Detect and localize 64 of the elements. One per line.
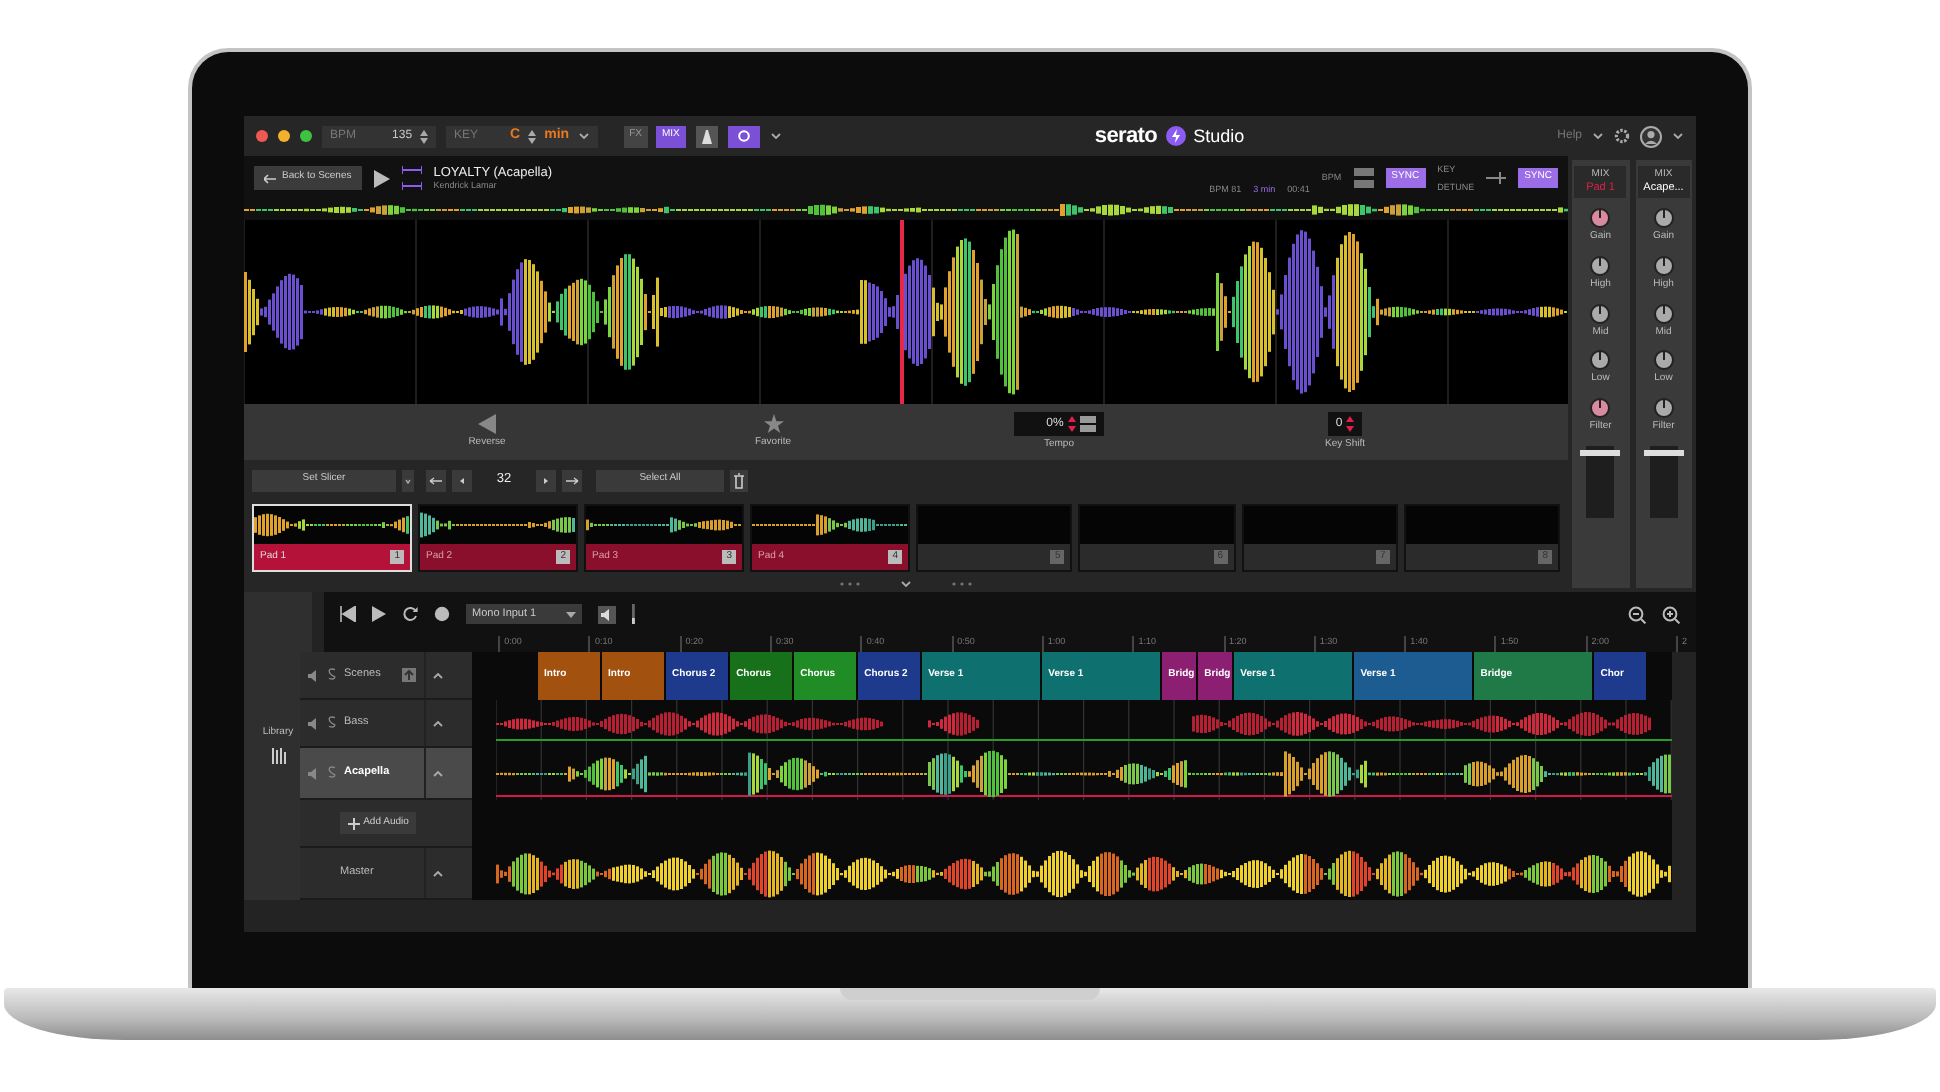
plugin-button[interactable] (727, 125, 760, 147)
plugin-icon (737, 130, 750, 142)
logo-text: serato (1094, 123, 1158, 149)
library-icon (271, 747, 285, 764)
step-back-icon[interactable] (452, 469, 472, 491)
fader-handle[interactable] (1580, 449, 1621, 456)
skip-back-icon[interactable] (340, 606, 356, 622)
trash-icon[interactable] (730, 469, 748, 491)
star-icon[interactable] (763, 414, 783, 435)
knob-icon[interactable] (1590, 208, 1611, 229)
chevron-up-icon[interactable] (431, 719, 443, 727)
zoom-out-icon[interactable] (1628, 605, 1646, 623)
caret-icon (1592, 132, 1604, 140)
solo-icon (328, 715, 336, 728)
stepper-icon (528, 129, 537, 143)
caret-icon[interactable] (402, 469, 414, 491)
loop-icon[interactable] (402, 606, 418, 622)
solo-icon (328, 667, 336, 680)
step-forward-icon[interactable] (536, 469, 556, 491)
solo-icon (328, 765, 336, 778)
maximize-button[interactable] (300, 130, 312, 142)
speaker-icon[interactable] (598, 605, 616, 623)
bolt-icon (1165, 125, 1186, 146)
caret-icon (577, 132, 590, 140)
play-icon[interactable] (373, 169, 390, 187)
stepper-icon (420, 129, 429, 143)
minimize-button[interactable] (278, 130, 290, 142)
chevron-up-icon[interactable] (431, 769, 443, 777)
tempo-range-icon[interactable] (1353, 168, 1374, 188)
add-audio-icon (347, 817, 360, 829)
play-icon[interactable] (372, 606, 386, 622)
jump-forward-icon[interactable] (562, 469, 582, 491)
zoom-in-icon[interactable] (1662, 605, 1680, 623)
knob-icon[interactable] (1653, 350, 1674, 371)
knob-icon[interactable] (1653, 255, 1674, 276)
chevron-up-icon[interactable] (431, 671, 443, 679)
triangle-left-icon[interactable] (478, 414, 496, 435)
knob-icon[interactable] (1653, 208, 1674, 229)
detune-slider-icon[interactable] (1486, 168, 1507, 188)
chevron-down-icon[interactable] (900, 580, 912, 588)
knob-icon[interactable] (1590, 350, 1611, 371)
knob-icon[interactable] (1590, 255, 1611, 276)
caret-icon (566, 611, 576, 617)
avatar-icon[interactable] (1640, 125, 1662, 147)
close-button[interactable] (256, 130, 268, 142)
upload-icon[interactable] (402, 668, 416, 682)
range-icon (1079, 416, 1096, 433)
knob-icon[interactable] (1653, 398, 1674, 419)
chevron-up-icon[interactable] (431, 869, 443, 877)
knob-icon[interactable] (1590, 303, 1611, 324)
record-icon[interactable] (434, 606, 450, 622)
settings-icon[interactable] (1614, 128, 1630, 144)
metronome-icon[interactable] (695, 125, 718, 147)
fader-handle[interactable] (1643, 449, 1684, 456)
stepper-icon (1067, 416, 1076, 433)
jump-back-icon[interactable] (426, 469, 446, 491)
caret-icon[interactable] (769, 132, 782, 140)
stepper-icon (1346, 416, 1355, 433)
caret-icon (1672, 132, 1684, 140)
arrow-left-icon (264, 173, 276, 183)
knob-icon[interactable] (1590, 398, 1611, 419)
knob-icon[interactable] (1653, 303, 1674, 324)
beatgrid-icon[interactable] (401, 166, 422, 190)
product-name: Studio (1193, 125, 1245, 147)
